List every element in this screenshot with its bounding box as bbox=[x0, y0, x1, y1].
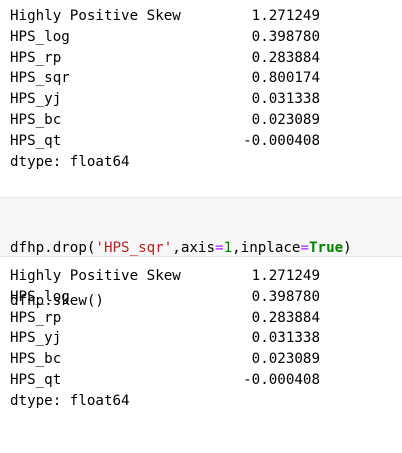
dtype-line: dtype: float64 bbox=[10, 392, 130, 409]
skew-output-after: Highly Positive Skew 1.271249 HPS_log 0.… bbox=[10, 266, 402, 412]
code-token: dfhp.drop( bbox=[10, 240, 96, 256]
row-label: HPS_rp bbox=[10, 309, 62, 326]
row-label: HPS_rp bbox=[10, 49, 62, 66]
row-value: 0.398780 bbox=[251, 288, 320, 305]
row-label: HPS_bc bbox=[10, 111, 62, 128]
series-row: HPS_log 0.398780 bbox=[10, 287, 402, 308]
series-row: HPS_qt -0.000408 bbox=[10, 370, 402, 391]
skew-output-before: Highly Positive Skew 1.271249 HPS_log 0.… bbox=[10, 6, 402, 172]
row-value: 0.031338 bbox=[251, 91, 320, 108]
code-operator: = bbox=[215, 240, 224, 256]
series-row: HPS_qt -0.000408 bbox=[10, 131, 402, 152]
row-value: 1.271249 bbox=[251, 268, 320, 284]
series-row: HPS_bc 0.023089 bbox=[10, 349, 402, 370]
row-label: HPS_yj bbox=[10, 330, 62, 347]
code-token: ) bbox=[343, 240, 352, 256]
row-label: HPS_yj bbox=[10, 91, 62, 108]
row-value: 0.023089 bbox=[251, 111, 320, 128]
code-input-cell[interactable]: dfhp.drop('HPS_sqr',axis=1,inplace=True)… bbox=[0, 197, 402, 309]
row-value: 1.271249 bbox=[251, 8, 320, 24]
series-row: HPS_yj 0.031338 bbox=[10, 89, 402, 110]
row-value: 0.800174 bbox=[251, 70, 320, 87]
row-value: 0.023089 bbox=[251, 351, 320, 368]
code-string: 'HPS_sqr' bbox=[95, 240, 173, 256]
row-label: Highly Positive Skew bbox=[10, 8, 181, 24]
row-label: HPS_qt bbox=[10, 132, 62, 149]
series-row: HPS_rp 0.283884 bbox=[10, 308, 402, 329]
series-row: HPS_sqr 0.800174 bbox=[10, 68, 402, 89]
code-line: dfhp.drop('HPS_sqr',axis=1,inplace=True) bbox=[10, 238, 352, 259]
code-token: ,inplace bbox=[232, 240, 301, 256]
row-value: 0.283884 bbox=[251, 49, 320, 66]
series-row: HPS_yj 0.031338 bbox=[10, 328, 402, 349]
series-row: HPS_log 0.398780 bbox=[10, 27, 402, 48]
row-label: HPS_bc bbox=[10, 351, 62, 368]
row-label: Highly Positive Skew bbox=[10, 268, 181, 284]
series-row: Highly Positive Skew 1.271249 bbox=[10, 6, 402, 27]
row-value: -0.000408 bbox=[243, 132, 320, 149]
row-label: HPS_sqr bbox=[10, 70, 70, 87]
row-label: HPS_log bbox=[10, 288, 70, 305]
row-label: HPS_qt bbox=[10, 371, 62, 388]
series-row: HPS_rp 0.283884 bbox=[10, 48, 402, 69]
row-value: 0.398780 bbox=[251, 28, 320, 45]
row-value: -0.000408 bbox=[243, 371, 320, 388]
code-keyword: True bbox=[309, 240, 344, 256]
row-label: HPS_log bbox=[10, 28, 70, 45]
dtype-line: dtype: float64 bbox=[10, 153, 130, 170]
row-value: 0.283884 bbox=[251, 309, 320, 326]
code-operator: = bbox=[300, 240, 309, 256]
series-row: HPS_bc 0.023089 bbox=[10, 110, 402, 131]
series-row: Highly Positive Skew 1.271249 bbox=[10, 266, 402, 287]
code-token: ,axis bbox=[172, 240, 216, 256]
code-number: 1 bbox=[223, 240, 233, 256]
row-value: 0.031338 bbox=[251, 330, 320, 347]
